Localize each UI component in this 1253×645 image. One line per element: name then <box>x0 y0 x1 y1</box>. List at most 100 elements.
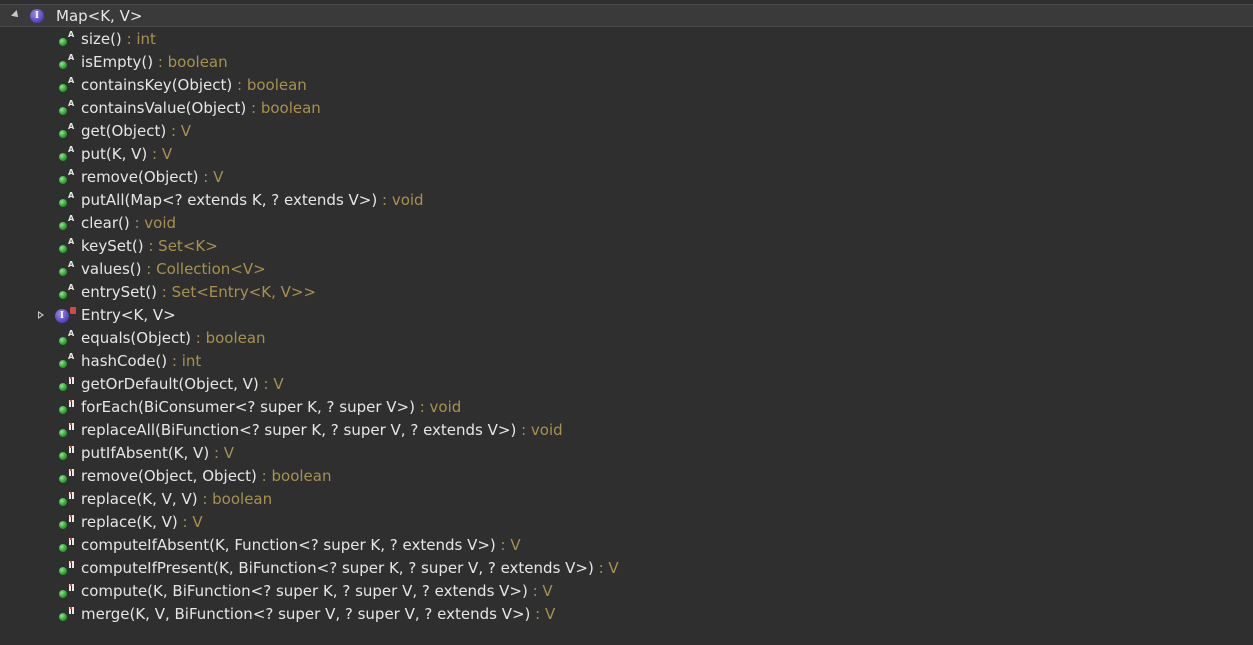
member-label: computeIfPresent(K, BiFunction<? super K… <box>81 557 619 580</box>
tree-node-method[interactable]: Aget(Object) : V <box>0 120 1253 143</box>
return-type: : int <box>121 30 156 48</box>
tree-node-method[interactable]: AcontainsValue(Object) : boolean <box>0 97 1253 120</box>
tree-node-method[interactable]: Aput(K, V) : V <box>0 143 1253 166</box>
abstract-overlay-icon: A <box>68 352 75 361</box>
abstract-overlay-icon: A <box>68 76 75 85</box>
abstract-overlay-icon: A <box>68 122 75 131</box>
public-method-icon <box>59 406 67 414</box>
member-label: clear() : void <box>81 212 176 235</box>
member-signature: put(K, V) <box>81 145 148 163</box>
member-signature: clear() <box>81 214 130 232</box>
member-signature: keySet() <box>81 237 144 255</box>
public-method-icon <box>59 383 67 391</box>
expand-arrow-icon[interactable] <box>11 10 21 20</box>
tree-node-method[interactable]: Aequals(Object) : boolean <box>0 327 1253 350</box>
public-method-icon <box>59 268 67 276</box>
tree-node-method[interactable]: compute(K, BiFunction<? super K, ? super… <box>0 580 1253 603</box>
default-overlay-icon <box>69 584 76 591</box>
member-label: remove(Object) : V <box>81 166 223 189</box>
tree-node-method[interactable]: putIfAbsent(K, V) : V <box>0 442 1253 465</box>
member-signature: compute(K, BiFunction<? super K, ? super… <box>81 582 528 600</box>
public-method-icon <box>59 429 67 437</box>
member-label: replaceAll(BiFunction<? super K, ? super… <box>81 419 563 442</box>
public-method-icon <box>59 61 67 69</box>
default-overlay-icon <box>69 492 76 499</box>
tree-node-method[interactable]: replaceAll(BiFunction<? super K, ? super… <box>0 419 1253 442</box>
tree-node-method[interactable]: merge(K, V, BiFunction<? super V, ? supe… <box>0 603 1253 626</box>
abstract-overlay-icon: A <box>68 30 75 39</box>
outline-view: I Map<K, V> Asize() : int AisEmpty() : bo… <box>0 0 1253 645</box>
member-signature: equals(Object) <box>81 329 191 347</box>
member-label: replace(K, V) : V <box>81 511 203 534</box>
public-method-icon <box>59 360 67 368</box>
return-type: : V <box>209 444 235 462</box>
member-label: get(Object) : V <box>81 120 191 143</box>
member-label: getOrDefault(Object, V) : V <box>81 373 284 396</box>
public-method-icon <box>59 199 67 207</box>
tree-node-method[interactable]: computeIfAbsent(K, Function<? super K, ?… <box>0 534 1253 557</box>
default-overlay-icon <box>69 561 76 568</box>
abstract-overlay-icon: A <box>68 214 75 223</box>
member-signature: hashCode() <box>81 352 168 370</box>
tree-node-method[interactable]: AputAll(Map<? extends K, ? extends V>) :… <box>0 189 1253 212</box>
tree-node-method[interactable]: AentrySet() : Set<Entry<K, V>> <box>0 281 1253 304</box>
member-label: entrySet() : Set<Entry<K, V>> <box>81 281 316 304</box>
public-method-icon <box>59 245 67 253</box>
default-overlay-icon <box>69 607 76 614</box>
return-type: : boolean <box>256 467 332 485</box>
member-label: putAll(Map<? extends K, ? extends V>) : … <box>81 189 424 212</box>
tree-node-method[interactable]: Aremove(Object) : V <box>0 166 1253 189</box>
collapse-arrow-icon[interactable] <box>38 311 44 319</box>
return-type: : V <box>258 375 284 393</box>
tree-node-method[interactable]: replace(K, V) : V <box>0 511 1253 534</box>
member-label: forEach(BiConsumer<? super K, ? super V>… <box>81 396 461 419</box>
return-type: : V <box>593 559 619 577</box>
member-signature: get(Object) <box>81 122 167 140</box>
tree-node-method[interactable]: computeIfPresent(K, BiFunction<? super K… <box>0 557 1253 580</box>
member-signature: putAll(Map<? extends K, ? extends V>) <box>81 191 378 209</box>
member-signature: putIfAbsent(K, V) <box>81 444 210 462</box>
public-method-icon <box>59 176 67 184</box>
tree-node-nested-interface[interactable]: I Entry<K, V> <box>0 304 1253 327</box>
abstract-overlay-icon: A <box>68 168 75 177</box>
abstract-overlay-icon: A <box>68 191 75 200</box>
public-method-icon <box>59 567 67 575</box>
public-method-icon <box>59 153 67 161</box>
member-signature: size() <box>81 30 122 48</box>
tree-node-root[interactable]: I Map<K, V> <box>0 5 1253 28</box>
public-method-icon <box>59 84 67 92</box>
interface-icon: I <box>30 9 44 23</box>
member-signature: getOrDefault(Object, V) <box>81 375 259 393</box>
return-type: : Collection<V> <box>141 260 266 278</box>
return-type: : boolean <box>246 99 321 117</box>
abstract-overlay-icon: A <box>68 53 75 62</box>
public-method-icon <box>59 130 67 138</box>
abstract-overlay-icon: A <box>68 145 75 154</box>
tree-node-method[interactable]: AisEmpty() : boolean <box>0 51 1253 74</box>
tree-node-method[interactable]: Aclear() : void <box>0 212 1253 235</box>
tree-node-method[interactable]: replace(K, V, V) : boolean <box>0 488 1253 511</box>
return-type: : boolean <box>232 76 307 94</box>
tree-node-method[interactable]: getOrDefault(Object, V) : V <box>0 373 1253 396</box>
return-type: : void <box>129 214 177 232</box>
tree-node-method[interactable]: Asize() : int <box>0 28 1253 51</box>
tree-node-method[interactable]: AhashCode() : int <box>0 350 1253 373</box>
member-label: equals(Object) : boolean <box>81 327 266 350</box>
default-overlay-icon <box>69 400 76 407</box>
return-type: : V <box>177 513 203 531</box>
tree-node-method[interactable]: Avalues() : Collection<V> <box>0 258 1253 281</box>
member-signature: remove(Object) <box>81 168 199 186</box>
member-signature: forEach(BiConsumer<? super K, ? super V>… <box>81 398 415 416</box>
tree-node-method[interactable]: forEach(BiConsumer<? super K, ? super V>… <box>0 396 1253 419</box>
member-signature: computeIfPresent(K, BiFunction<? super K… <box>81 559 594 577</box>
member-label: put(K, V) : V <box>81 143 172 166</box>
member-signature: Entry<K, V> <box>81 306 176 324</box>
member-signature: computeIfAbsent(K, Function<? super K, ?… <box>81 536 496 554</box>
public-method-icon <box>59 452 67 460</box>
member-label: containsValue(Object) : boolean <box>81 97 321 120</box>
tree-node-method[interactable]: AcontainsKey(Object) : boolean <box>0 74 1253 97</box>
tree-node-method[interactable]: AkeySet() : Set<K> <box>0 235 1253 258</box>
member-label: remove(Object, Object) : boolean <box>81 465 331 488</box>
public-method-icon <box>59 613 67 621</box>
tree-node-method[interactable]: remove(Object, Object) : boolean <box>0 465 1253 488</box>
